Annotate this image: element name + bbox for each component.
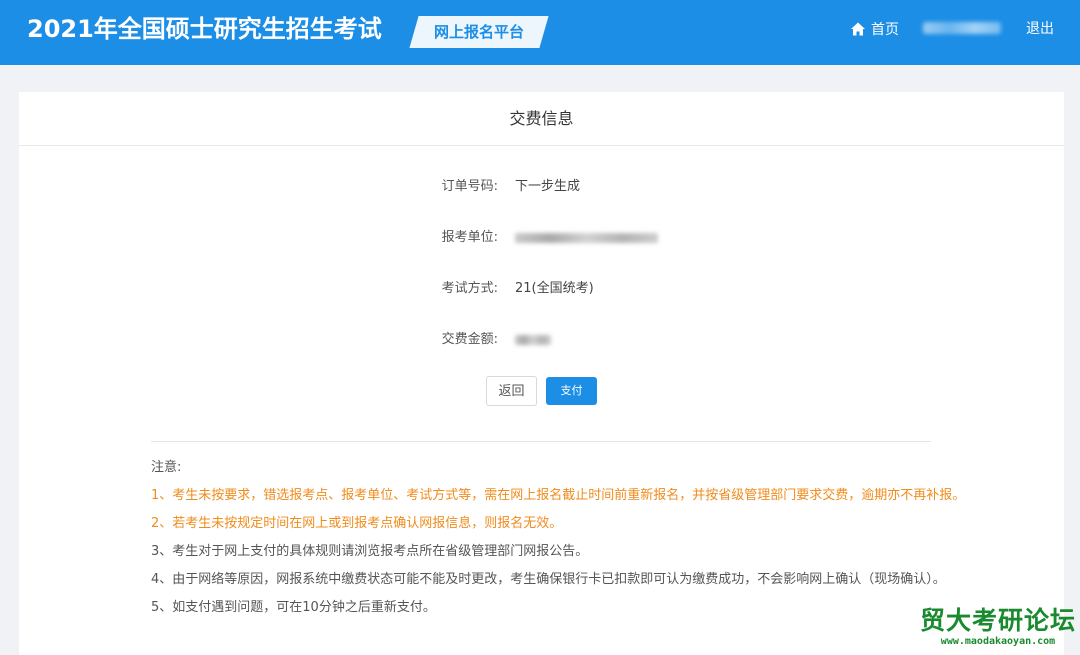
home-icon: [851, 22, 865, 36]
top-header: 2021年全国硕士研究生招生考试 网上报名平台 首页 退出: [0, 0, 1080, 65]
platform-label: 网上报名平台: [433, 23, 524, 41]
pay-button[interactable]: 支付: [546, 377, 597, 405]
forum-watermark: 贸大考研论坛 www.maodakaoyan.com: [919, 607, 1077, 648]
institution-value-redacted: [515, 233, 658, 243]
watermark-title: 贸大考研论坛: [919, 606, 1076, 635]
note-item-1: 1、考生未按要求，错选报考点、报考单位、考试方式等，需在网上报名截止时间前重新报…: [151, 488, 966, 503]
section-divider: [151, 441, 931, 442]
exam-mode-value: 21(全国统考): [515, 281, 594, 296]
back-button[interactable]: 返回: [486, 376, 537, 406]
watermark-url: www.maodakaoyan.com: [940, 636, 1056, 647]
order-number-label: 订单号码:: [441, 179, 498, 194]
exam-mode-label: 考试方式:: [441, 281, 498, 296]
payment-panel: 交费信息 订单号码: 下一步生成 报考单位: 考试方式: 21(全国统考) 交费…: [19, 92, 1064, 655]
home-link[interactable]: 首页: [850, 19, 899, 39]
panel-title: 交费信息: [19, 92, 1064, 146]
institution-label: 报考单位:: [441, 230, 498, 245]
institution-row: 报考单位:: [19, 228, 1064, 248]
note-item-5: 5、如支付遇到问题，可在10分钟之后重新支付。: [151, 600, 436, 615]
fee-amount-value-redacted: [515, 335, 551, 345]
username-redacted: [923, 22, 1001, 34]
logout-link[interactable]: 退出: [1026, 19, 1054, 39]
exam-mode-row: 考试方式: 21(全国统考): [19, 279, 1064, 299]
order-number-value: 下一步生成: [515, 179, 581, 194]
note-item-3: 3、考生对于网上支付的具体规则请浏览报考点所在省级管理部门网报公告。: [151, 544, 589, 559]
notes-title: 注意:: [151, 460, 182, 475]
fee-amount-row: 交费金额:: [19, 330, 1064, 350]
fee-amount-label: 交费金额:: [441, 332, 498, 347]
note-item-4: 4、由于网络等原因，网报系统中缴费状态可能不能及时更改，考生确保银行卡已扣款即可…: [151, 572, 946, 587]
order-number-row: 订单号码: 下一步生成: [19, 177, 1064, 197]
note-item-2: 2、若考生未按规定时间在网上或到报考点确认网报信息，则报名无效。: [151, 516, 563, 531]
home-label: 首页: [871, 22, 899, 38]
site-title: 2021年全国硕士研究生招生考试: [27, 15, 382, 43]
